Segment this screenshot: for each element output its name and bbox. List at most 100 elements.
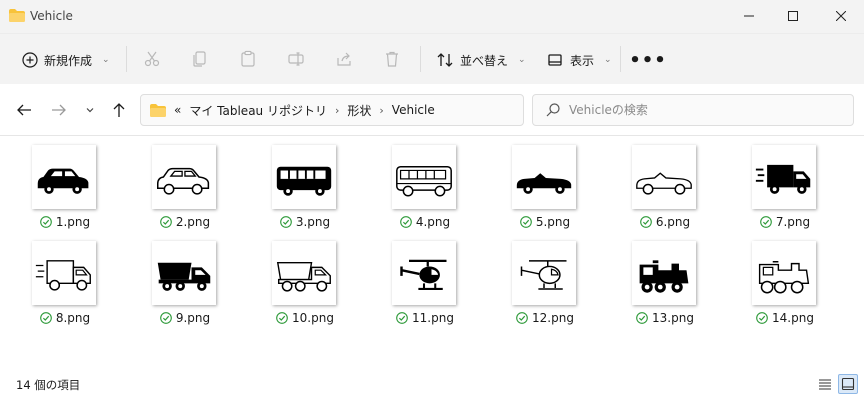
breadcrumb-item[interactable]: マイ Tableau リポジトリ <box>189 102 327 119</box>
search-input[interactable] <box>569 103 849 117</box>
file-thumbnail[interactable] <box>152 241 216 305</box>
dump-truck-filled-icon <box>157 262 211 291</box>
view-button[interactable]: 表示 ⌄ <box>542 46 616 74</box>
more-options-button[interactable]: ••• <box>629 46 666 74</box>
chevron-down-icon: ⌄ <box>518 55 526 65</box>
file-thumbnail[interactable] <box>392 145 456 209</box>
locomotive-filled-icon <box>639 260 689 293</box>
file-thumbnail[interactable] <box>32 241 96 305</box>
share-button[interactable] <box>333 48 355 70</box>
delivery-truck-outline-icon <box>35 260 91 291</box>
file-label[interactable]: 7.png <box>735 215 835 229</box>
forward-button[interactable] <box>47 98 71 122</box>
breadcrumb-separator[interactable]: › <box>379 104 383 117</box>
toolbar-divider <box>420 46 421 72</box>
maximize-button[interactable] <box>770 0 816 32</box>
large-icons-view-button[interactable] <box>838 374 858 394</box>
file-thumbnail[interactable] <box>752 241 816 305</box>
details-view-button[interactable] <box>815 374 835 394</box>
file-item[interactable]: 4.png <box>375 139 475 235</box>
file-thumbnail[interactable] <box>632 145 696 209</box>
cut-button[interactable] <box>141 48 163 70</box>
file-list: 1.png 2.png 3.png 4.png 5.png 6.png 7.png 8.png… <box>0 137 864 369</box>
file-thumbnail[interactable] <box>272 145 336 209</box>
delete-button[interactable] <box>381 48 403 70</box>
minimize-button[interactable] <box>726 0 772 32</box>
copy-icon <box>193 51 206 67</box>
file-name: 1.png <box>55 215 91 229</box>
up-button[interactable] <box>107 98 131 122</box>
search-icon <box>546 103 560 117</box>
file-thumbnail[interactable] <box>512 241 576 305</box>
file-item[interactable]: 12.png <box>495 235 595 331</box>
copy-button[interactable] <box>189 48 211 70</box>
file-thumbnail[interactable] <box>152 145 216 209</box>
file-name: 2.png <box>175 215 211 229</box>
sync-check-icon <box>396 312 408 324</box>
file-label[interactable]: 12.png <box>495 311 595 325</box>
file-thumbnail[interactable] <box>392 241 456 305</box>
file-item[interactable]: 2.png <box>135 139 235 235</box>
file-item[interactable]: 1.png <box>15 139 115 235</box>
file-item[interactable]: 11.png <box>375 235 475 331</box>
file-item[interactable]: 7.png <box>735 139 835 235</box>
breadcrumb-item[interactable]: 形状 <box>347 102 371 119</box>
file-name: 11.png <box>412 311 454 325</box>
bus-outline-icon <box>396 165 452 197</box>
sync-check-icon <box>639 216 652 228</box>
file-item[interactable]: 3.png <box>255 139 355 235</box>
file-label[interactable]: 8.png <box>15 311 115 325</box>
file-thumbnail[interactable] <box>752 145 816 209</box>
paste-button[interactable] <box>237 48 259 70</box>
file-item[interactable]: 5.png <box>495 139 595 235</box>
file-thumbnail[interactable] <box>512 145 576 209</box>
scissors-icon <box>144 51 160 67</box>
bus-filled-icon <box>276 166 332 196</box>
file-label[interactable]: 2.png <box>135 215 235 229</box>
file-label[interactable]: 10.png <box>255 311 355 325</box>
sync-check-icon <box>159 216 172 228</box>
close-button[interactable] <box>818 0 864 32</box>
recent-locations-button[interactable] <box>78 98 102 122</box>
file-thumbnail[interactable] <box>32 145 96 209</box>
car-sedan-outline-icon <box>157 167 210 195</box>
search-box[interactable] <box>532 94 854 126</box>
sync-check-icon <box>276 312 288 324</box>
breadcrumb-item[interactable]: Vehicle <box>392 103 435 117</box>
navigation-bar: « マイ Tableau リポジトリ › 形状 › Vehicle <box>0 84 864 136</box>
back-button[interactable] <box>12 98 36 122</box>
file-label[interactable]: 4.png <box>375 215 475 229</box>
file-label[interactable]: 5.png <box>495 215 595 229</box>
breadcrumb-separator[interactable]: › <box>335 104 339 117</box>
address-bar[interactable]: « マイ Tableau リポジトリ › 形状 › Vehicle <box>140 94 654 126</box>
sync-check-icon <box>636 312 648 324</box>
file-label[interactable]: 1.png <box>15 215 115 229</box>
sync-check-icon <box>756 312 768 324</box>
new-button[interactable]: 新規作成 ⌄ <box>14 46 118 74</box>
file-label[interactable]: 3.png <box>255 215 355 229</box>
file-item[interactable]: 9.png <box>135 235 235 331</box>
sort-button[interactable]: 並べ替え ⌄ <box>432 46 530 74</box>
sync-check-icon <box>759 216 772 228</box>
dump-truck-outline-icon <box>276 261 331 292</box>
file-item[interactable]: 14.png <box>735 235 835 331</box>
file-label[interactable]: 13.png <box>615 311 715 325</box>
window-title: Vehicle <box>30 9 73 23</box>
rename-button[interactable] <box>285 48 307 70</box>
file-item[interactable]: 10.png <box>255 235 355 331</box>
toolbar-divider <box>620 46 621 72</box>
file-item[interactable]: 8.png <box>15 235 115 331</box>
sync-check-icon <box>39 312 52 324</box>
file-label[interactable]: 14.png <box>735 311 835 325</box>
file-item[interactable]: 13.png <box>615 235 715 331</box>
file-thumbnail[interactable] <box>272 241 336 305</box>
file-label[interactable]: 11.png <box>375 311 475 325</box>
file-label[interactable]: 6.png <box>615 215 715 229</box>
sync-check-icon <box>279 216 292 228</box>
sort-arrows-icon <box>437 53 453 67</box>
file-thumbnail[interactable] <box>632 241 696 305</box>
new-button-label: 新規作成 <box>44 53 93 68</box>
breadcrumb-overflow[interactable]: « <box>174 103 181 117</box>
file-label[interactable]: 9.png <box>135 311 235 325</box>
file-item[interactable]: 6.png <box>615 139 715 235</box>
